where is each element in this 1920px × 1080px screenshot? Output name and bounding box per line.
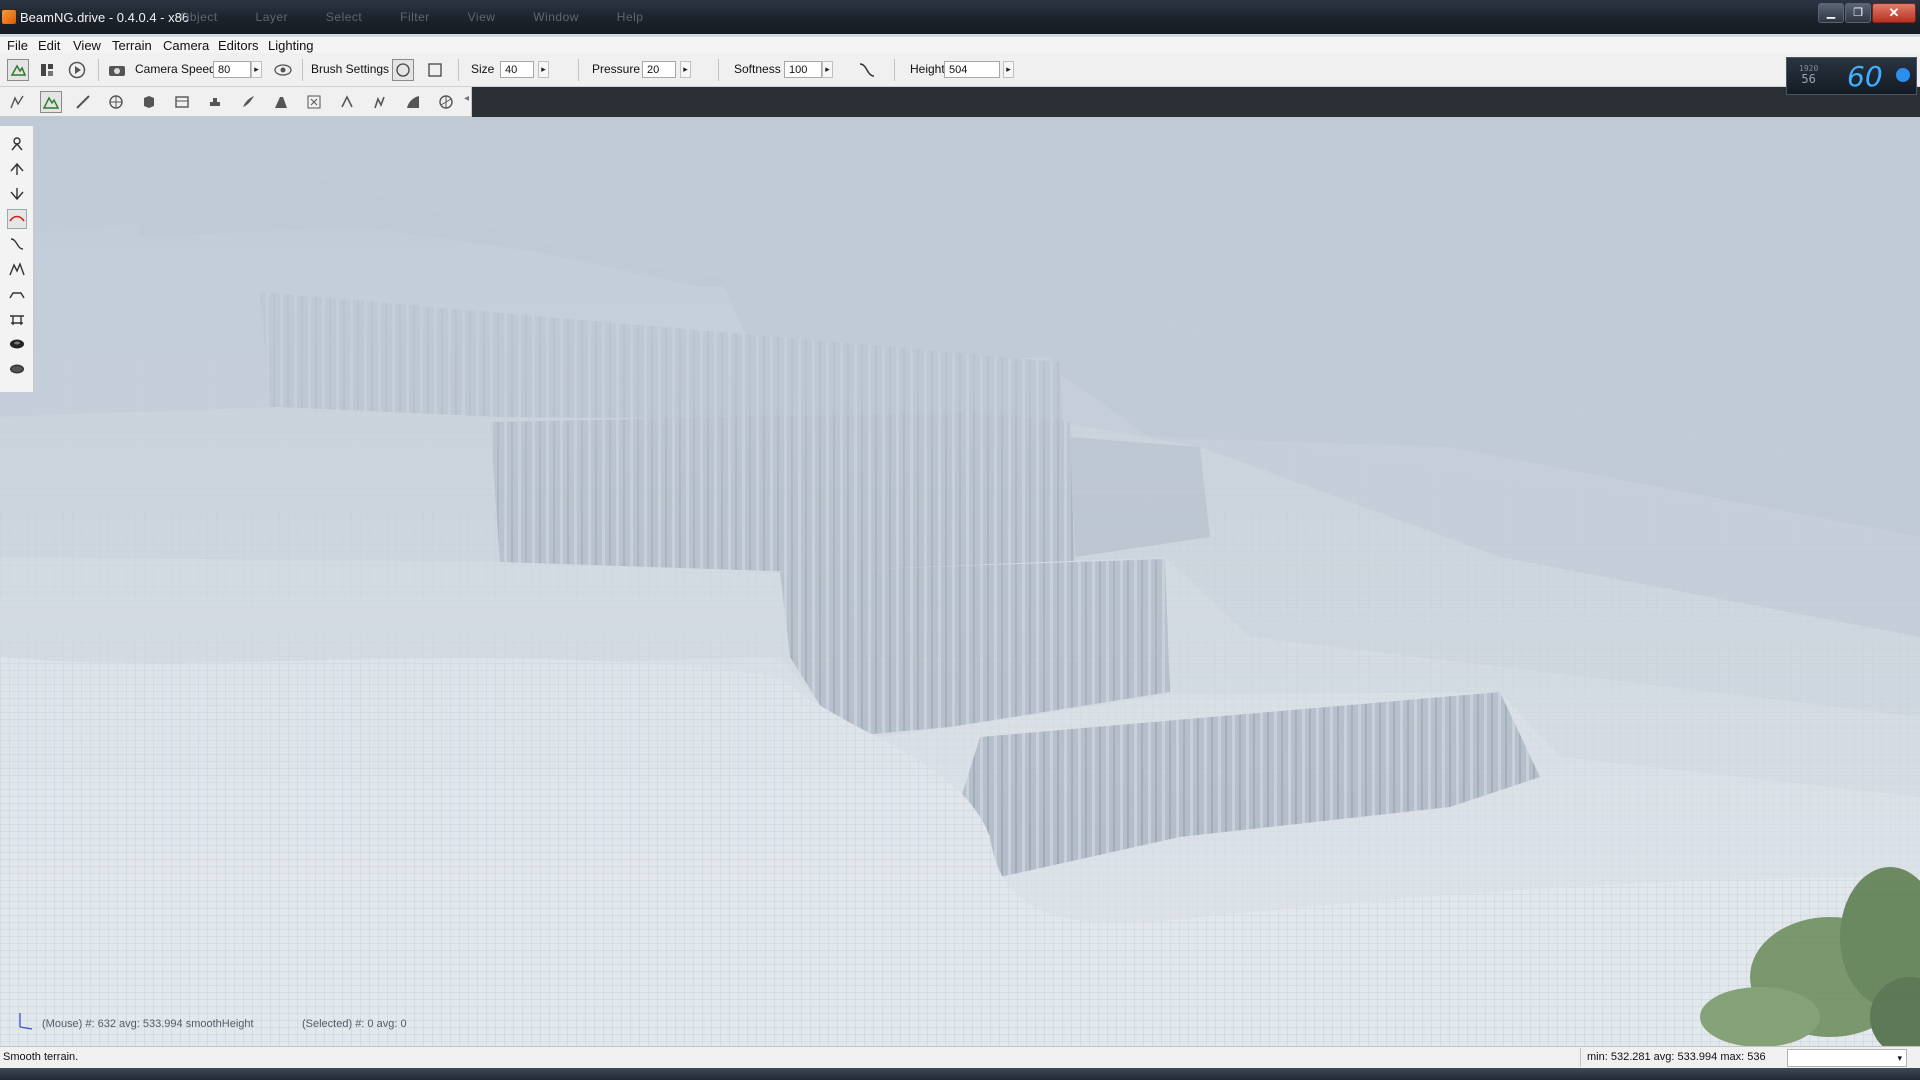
window-title-bar: BeamNG.drive - 0.4.0.4 - x86 Object Laye… [0, 0, 1920, 34]
gui-editor-icon[interactable] [36, 59, 58, 81]
mesh-road-editor-icon[interactable] [270, 91, 292, 113]
forest-editor-icon[interactable] [237, 91, 259, 113]
select-grab-icon[interactable] [7, 134, 27, 154]
play-icon[interactable] [66, 59, 88, 81]
status-dropdown[interactable]: ▾ [1787, 1049, 1907, 1067]
selected-info-text: (Selected) #: 0 avg: 0 [302, 1018, 407, 1030]
menu-editors[interactable]: Editors [218, 38, 258, 53]
smooth-terrain-icon[interactable] [7, 209, 27, 229]
camera-speed-label: Camera Speed [135, 62, 216, 76]
ghost-menu-item: Help [616, 10, 644, 24]
ghost-menu-item: Layer [255, 10, 289, 24]
menu-bar: File Edit View Terrain Camera Editors Li… [0, 34, 1920, 53]
menu-edit[interactable]: Edit [38, 38, 60, 53]
terrain-tool-palette [0, 126, 34, 392]
navmesh-editor-icon[interactable] [435, 91, 457, 113]
river-editor-icon[interactable] [303, 91, 325, 113]
status-message: Smooth terrain. [3, 1051, 79, 1063]
menu-terrain[interactable]: Terrain [112, 38, 152, 53]
terrain-painter-icon[interactable] [72, 91, 94, 113]
minimize-button[interactable]: ▁ [1818, 3, 1844, 23]
ghost-menu-item: Select [325, 10, 363, 24]
terrain-scene [0, 117, 1920, 1046]
object-editor-icon[interactable] [6, 91, 28, 113]
ghost-menu-item: Window [533, 10, 579, 24]
toolbar-divider [578, 59, 579, 81]
fps-counter: 1920 56 60 [1786, 57, 1917, 95]
shape-editor-icon[interactable] [402, 91, 424, 113]
sketch-tool-icon[interactable] [138, 91, 160, 113]
toolbar-divider [894, 59, 895, 81]
square-brush-icon[interactable] [424, 59, 446, 81]
material-editor-icon[interactable] [105, 91, 127, 113]
pressure-label: Pressure [592, 62, 641, 76]
flatten-icon[interactable] [7, 284, 27, 304]
toolbar-divider [718, 59, 719, 81]
fps-value: 60 [1847, 60, 1883, 93]
ghost-menu-item: Filter [400, 10, 430, 24]
toolbar-divider [98, 59, 99, 81]
toolbar-divider [302, 59, 303, 81]
pressure-arrow[interactable]: ▸ [680, 61, 691, 78]
height-input[interactable]: 504 [944, 61, 1000, 78]
paint-noise-icon[interactable] [7, 259, 27, 279]
fps-status-icon [1896, 68, 1910, 82]
softness-label: Softness [734, 62, 781, 76]
lower-height-icon[interactable] [7, 184, 27, 204]
decal-editor-icon[interactable] [204, 91, 226, 113]
window-title: BeamNG.drive - 0.4.0.4 - x86 [20, 10, 190, 25]
window-bottom-border [0, 1068, 1920, 1080]
raise-height-icon[interactable] [7, 159, 27, 179]
softness-curve-icon[interactable] [856, 59, 878, 81]
ghost-menu-item: View [467, 10, 496, 24]
terrain-viewport[interactable]: (Mouse) #: 632 avg: 533.994 smoothHeight… [0, 117, 1920, 1046]
size-label: Size [471, 62, 495, 76]
size-arrow[interactable]: ▸ [538, 61, 549, 78]
menu-camera[interactable]: Camera [163, 38, 209, 53]
height-arrow[interactable]: ▸ [1003, 61, 1014, 78]
softness-input[interactable]: 100 [784, 61, 822, 78]
restore-terrain-icon[interactable] [7, 359, 27, 379]
camera-speed-input[interactable]: 80 [213, 61, 251, 78]
road-editor-icon[interactable] [336, 91, 358, 113]
pressure-input[interactable]: 20 [642, 61, 676, 78]
height-label: Height [910, 62, 945, 76]
camera-speed-arrow[interactable]: ▸ [251, 61, 262, 78]
menu-file[interactable]: File [7, 38, 28, 53]
status-bar: Smooth terrain. min: 532.281 avg: 533.99… [0, 1046, 1920, 1068]
menu-view[interactable]: View [73, 38, 101, 53]
softness-arrow[interactable]: ▸ [822, 61, 833, 78]
world-editor-icon[interactable] [7, 59, 29, 81]
camera-icon[interactable] [106, 59, 128, 81]
toolbar-divider [458, 59, 459, 81]
brush-settings-label: Brush Settings [311, 62, 390, 76]
toolbar-grip-icon[interactable]: ◂ [464, 93, 469, 104]
mouse-info-text: (Mouse) #: 632 avg: 533.994 smoothHeight [42, 1018, 254, 1030]
terrain-editor-icon[interactable] [40, 91, 62, 113]
visibility-eye-icon[interactable] [272, 59, 294, 81]
particle-editor-icon[interactable] [369, 91, 391, 113]
fps-small-value: 56 [1801, 72, 1816, 86]
size-input[interactable]: 40 [500, 61, 534, 78]
circle-brush-icon[interactable] [392, 59, 414, 81]
clear-terrain-icon[interactable] [7, 334, 27, 354]
set-height-icon[interactable] [7, 309, 27, 329]
main-toolbar: Camera Speed 80 ▸ Brush Settings Size 40… [0, 53, 1920, 87]
app-icon [2, 10, 16, 24]
datablock-editor-icon[interactable] [171, 91, 193, 113]
restore-button[interactable]: ❐ [1845, 3, 1871, 23]
editor-tools-toolbar: ◂ [0, 87, 472, 117]
ghost-menu-item: Object [180, 10, 218, 24]
fps-small-readout: 1920 56 [1799, 64, 1818, 86]
height-stats: min: 532.281 avg: 533.994 max: 536 [1580, 1048, 1780, 1067]
smooth-slope-icon[interactable] [7, 234, 27, 254]
ghost-menu-strip: Object Layer Select Filter View Window H… [180, 10, 677, 24]
menu-lighting[interactable]: Lighting [268, 38, 314, 53]
close-button[interactable]: ✕ [1872, 3, 1916, 23]
